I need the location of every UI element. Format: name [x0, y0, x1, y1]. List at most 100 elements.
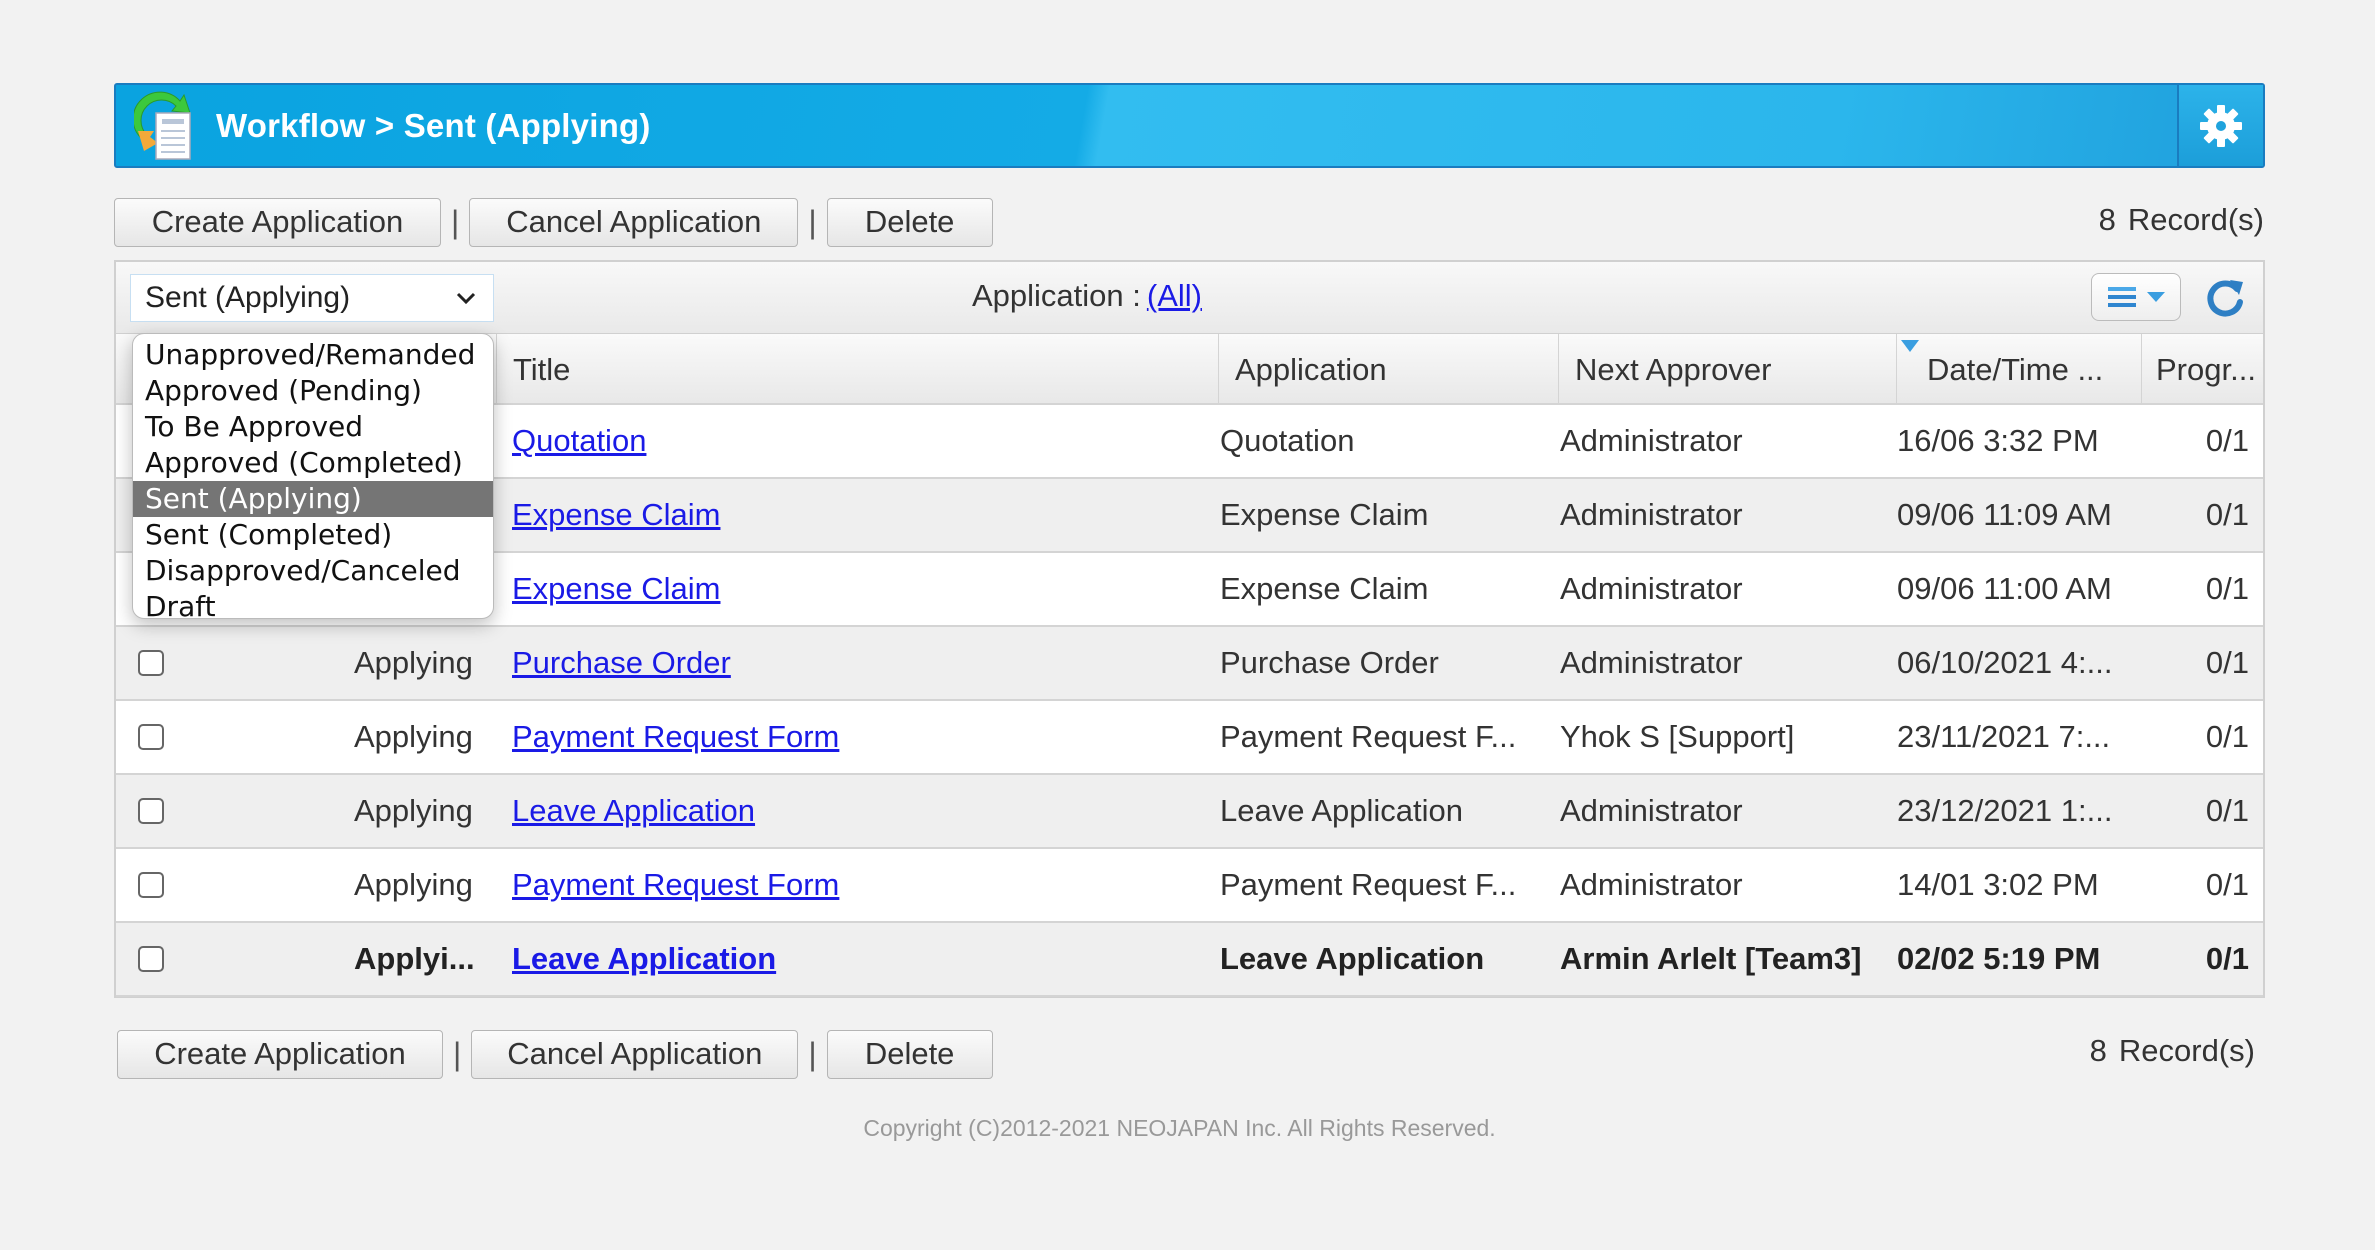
create-application-button[interactable]: Create Application [114, 197, 441, 247]
delete-button[interactable]: Delete [826, 1029, 993, 1079]
dropdown-option[interactable]: Unapproved/Remanded [133, 337, 493, 373]
column-header-title[interactable]: Title [496, 334, 1218, 405]
row-progress: 0/1 [2205, 423, 2249, 458]
cancel-application-button[interactable]: Cancel Application [469, 197, 799, 247]
row-checkbox[interactable] [138, 724, 164, 750]
row-checkbox[interactable] [138, 946, 164, 972]
row-status: Applying [354, 867, 473, 902]
create-application-button[interactable]: Create Application [117, 1029, 443, 1079]
row-title-cell: Payment Request Form [512, 849, 839, 921]
table-row[interactable]: Applying Purchase Order Purchase Order Admi… [116, 627, 2263, 701]
row-application: Expense Claim [1220, 497, 1429, 532]
row-progress: 0/1 [2205, 497, 2249, 532]
row-next-approver: Administrator [1560, 423, 1743, 458]
title-bar: Workflow > Sent (Applying) [114, 83, 2265, 168]
row-title-cell: Leave Application [512, 923, 776, 995]
copyright: Copyright (C)2012-2021 NEOJAPAN Inc. All… [863, 1115, 1496, 1141]
row-application: Expense Claim [1220, 571, 1429, 606]
row-application: Purchase Order [1220, 645, 1439, 680]
row-status: Applying [354, 793, 473, 828]
view-options-button[interactable] [2091, 273, 2181, 321]
dropdown-option[interactable]: To Be Approved [133, 409, 493, 445]
row-checkbox-cell [138, 849, 164, 921]
dropdown-option[interactable]: Sent (Applying) [133, 481, 493, 517]
row-application: Leave Application [1220, 941, 1485, 976]
application-filter-label: Application : [972, 278, 1141, 313]
row-checkbox[interactable] [138, 872, 164, 898]
sort-descending-icon [1901, 340, 1919, 352]
row-date-time: 16/06 3:32 PM [1897, 423, 2099, 458]
table-row[interactable]: Applying Payment Request Form Payment Requ… [116, 849, 2263, 923]
row-progress: 0/1 [2205, 793, 2249, 828]
settings-button[interactable] [2177, 85, 2263, 166]
row-date-time: 23/12/2021 1:... [1897, 793, 2113, 828]
row-status: Applyi... [354, 941, 475, 976]
row-next-approver: Administrator [1560, 571, 1743, 606]
row-next-approver: Yhok S [Support] [1560, 719, 1795, 754]
row-checkbox-cell [138, 627, 164, 699]
row-title-link[interactable]: Payment Request Form [512, 719, 839, 755]
row-title-cell: Purchase Order [512, 627, 731, 699]
column-header-next-approver[interactable]: Next Approver [1558, 334, 1896, 405]
row-checkbox-cell [138, 775, 164, 847]
row-application: Payment Request F... [1220, 867, 1517, 902]
dropdown-option[interactable]: Disapproved/Canceled [133, 553, 493, 589]
row-checkbox[interactable] [138, 798, 164, 824]
row-progress: 0/1 [2205, 719, 2249, 754]
row-checkbox-cell [138, 923, 164, 995]
row-progress: 0/1 [2205, 571, 2249, 606]
row-application: Payment Request F... [1220, 719, 1517, 754]
row-next-approver: Administrator [1560, 645, 1743, 680]
separator: | [453, 1035, 462, 1072]
row-title-link[interactable]: Expense Claim [512, 497, 720, 533]
refresh-button[interactable] [2201, 274, 2249, 322]
cancel-application-button[interactable]: Cancel Application [471, 1029, 799, 1079]
row-date-time: 02/02 5:19 PM [1897, 941, 2101, 976]
column-header-date-time[interactable]: Date/Time ... [1896, 334, 2141, 405]
filter-bar: Sent (Applying) Application : (All) [116, 262, 2263, 334]
row-title-link[interactable]: Expense Claim [512, 571, 720, 607]
separator: | [808, 203, 817, 240]
application-filter: Application : (All) [972, 278, 1202, 314]
row-next-approver: Armin Arlelt [Team3] [1560, 941, 1862, 976]
column-header-application[interactable]: Application [1218, 334, 1558, 405]
row-title-link[interactable]: Quotation [512, 423, 646, 459]
dropdown-option[interactable]: Draft [133, 589, 493, 618]
folder-dropdown-menu: Unapproved/Remanded Approved (Pending) To … [132, 333, 494, 619]
dropdown-option[interactable]: Approved (Pending) [133, 373, 493, 409]
row-title-link[interactable]: Payment Request Form [512, 867, 839, 903]
row-title-link[interactable]: Purchase Order [512, 645, 731, 681]
row-checkbox-cell [138, 701, 164, 773]
folder-select-value: Sent (Applying) [145, 281, 351, 314]
row-application: Quotation [1220, 423, 1355, 458]
dropdown-option[interactable]: Approved (Completed) [133, 445, 493, 481]
refresh-icon [2207, 280, 2243, 317]
record-count-label: Record(s) [2127, 202, 2264, 237]
table-row[interactable]: Applying Payment Request Form Payment Requ… [116, 701, 2263, 775]
chevron-down-icon [456, 292, 476, 305]
row-progress: 0/1 [2205, 645, 2249, 680]
row-progress: 0/1 [2205, 941, 2249, 976]
row-title-link[interactable]: Leave Application [512, 793, 755, 829]
row-application: Leave Application [1220, 793, 1464, 828]
table-row[interactable]: Applyi... Leave Application Leave Applicat… [116, 923, 2263, 997]
row-checkbox[interactable] [138, 650, 164, 676]
record-count-number: 8 [2089, 1033, 2107, 1068]
row-title-link[interactable]: Leave Application [512, 941, 776, 977]
application-filter-link[interactable]: (All) [1147, 278, 1202, 313]
delete-button[interactable]: Delete [826, 197, 993, 247]
row-date-time: 06/10/2021 4:... [1897, 645, 2113, 680]
table-row[interactable]: Applying Leave Application Leave Applicati… [116, 775, 2263, 849]
row-title-cell: Quotation [512, 405, 646, 477]
folder-select[interactable]: Sent (Applying) [130, 274, 494, 322]
row-date-time: 09/06 11:00 AM [1897, 571, 2112, 606]
gear-icon [2200, 104, 2242, 147]
separator: | [451, 203, 460, 240]
row-title-cell: Leave Application [512, 775, 755, 847]
column-header-progress[interactable]: Progr... [2141, 334, 2267, 405]
row-title-cell: Expense Claim [512, 553, 720, 625]
record-count: 8 Record(s) [2099, 202, 2264, 238]
dropdown-option[interactable]: Sent (Completed) [133, 517, 493, 553]
separator: | [808, 1035, 817, 1072]
workflow-app-icon [132, 91, 198, 161]
